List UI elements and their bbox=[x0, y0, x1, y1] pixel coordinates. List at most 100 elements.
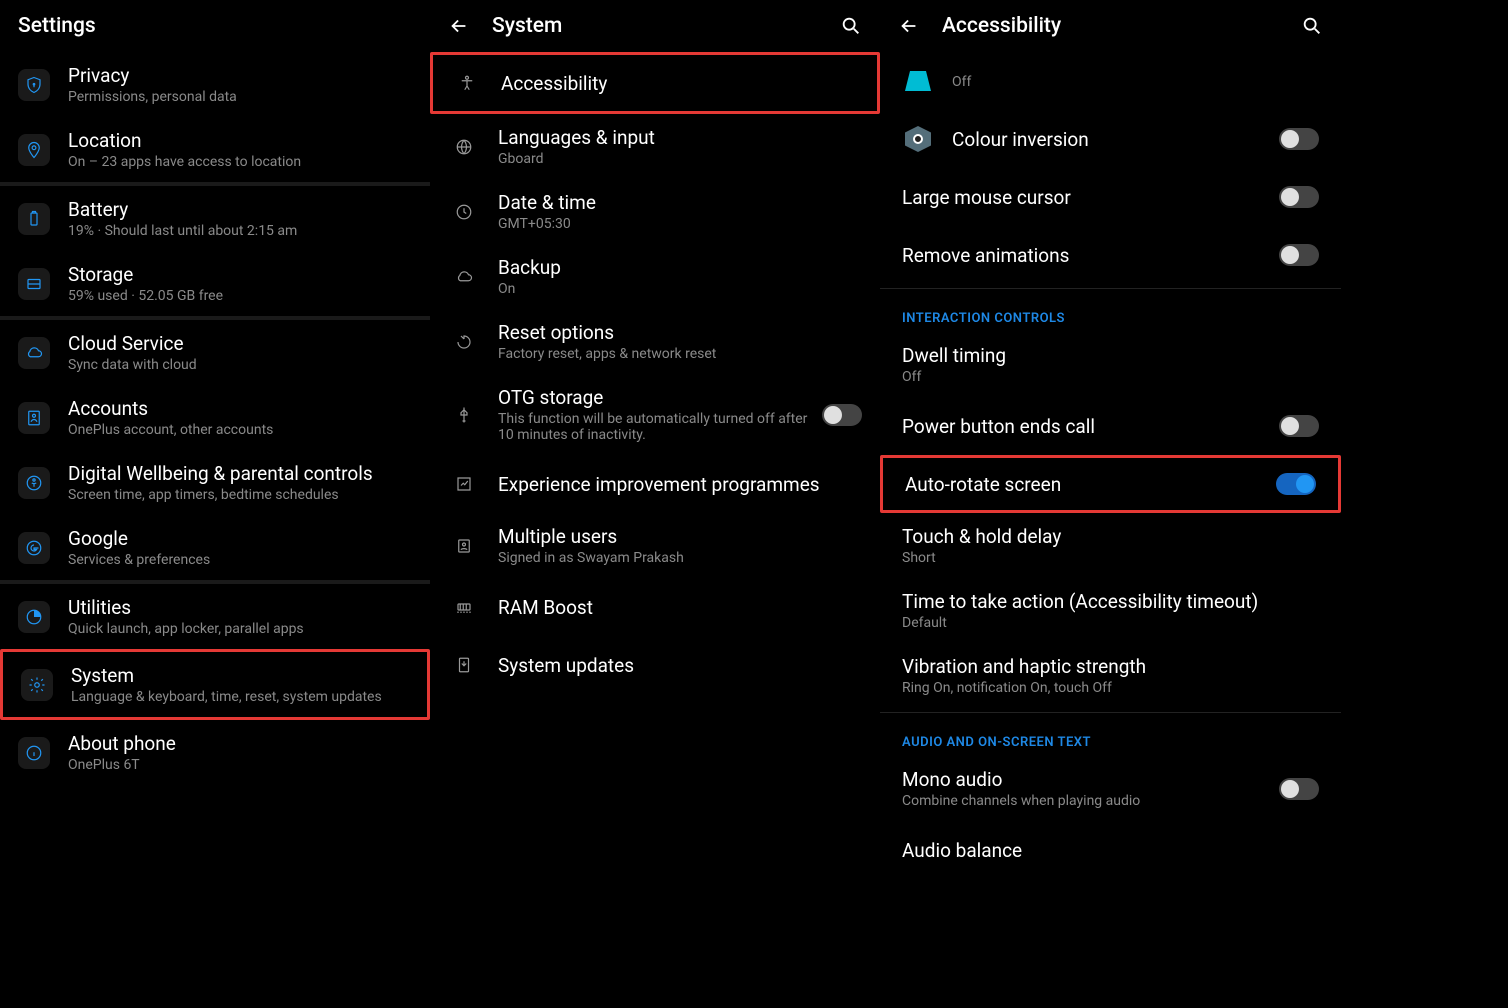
toggle-switch[interactable] bbox=[1279, 415, 1319, 437]
list-item[interactable]: Backup On bbox=[430, 244, 880, 309]
item-title: Colour inversion bbox=[952, 128, 1279, 151]
toggle-switch[interactable] bbox=[1279, 186, 1319, 208]
list-item[interactable]: Audio balance bbox=[880, 821, 1341, 879]
toggle-switch[interactable] bbox=[1279, 778, 1319, 800]
item-title: Backup bbox=[498, 256, 862, 279]
list-item[interactable]: Cloud Service Sync data with cloud bbox=[0, 320, 430, 385]
item-title: System updates bbox=[498, 654, 862, 677]
item-title: Reset options bbox=[498, 321, 862, 344]
list-item[interactable]: RAM Boost bbox=[430, 578, 880, 636]
battery-icon bbox=[18, 203, 50, 235]
item-title: Cloud Service bbox=[68, 332, 412, 355]
list-item[interactable]: Digital Wellbeing & parental controlsScr… bbox=[0, 450, 430, 515]
info-icon bbox=[18, 737, 50, 769]
item-subtitle: Factory reset, apps & network reset bbox=[498, 346, 862, 362]
cloud-icon bbox=[448, 261, 480, 293]
item-title: Vibration and haptic strength bbox=[902, 655, 1319, 678]
item-title: Auto-rotate screen bbox=[905, 473, 1276, 496]
list-item[interactable]: Vibration and haptic strengthRing On, no… bbox=[880, 643, 1341, 708]
list-item[interactable]: Off bbox=[880, 52, 1341, 110]
section-header: INTERACTION CONTROLS bbox=[880, 293, 1341, 332]
list-item[interactable]: Dwell timing Off bbox=[880, 332, 1341, 397]
item-title: Experience improvement programmes bbox=[498, 473, 862, 496]
item-title: About phone bbox=[68, 732, 412, 755]
item-subtitle: This function will be automatically turn… bbox=[498, 411, 822, 443]
item-title: Remove animations bbox=[902, 244, 1279, 267]
list-item[interactable]: Remove animations bbox=[880, 226, 1341, 284]
list-item[interactable]: Time to take action (Accessibility timeo… bbox=[880, 578, 1341, 643]
shield-icon bbox=[18, 69, 50, 101]
list-item[interactable]: GoogleServices & preferences bbox=[0, 515, 430, 580]
list-item[interactable]: Colour inversion bbox=[880, 110, 1341, 168]
list-item[interactable]: Experience improvement programmes bbox=[430, 455, 880, 513]
list-item[interactable]: Mono audioCombine channels when playing … bbox=[880, 756, 1341, 821]
item-title: Large mouse cursor bbox=[902, 186, 1279, 209]
item-title: Dwell timing bbox=[902, 344, 1319, 367]
item-title: Date & time bbox=[498, 191, 862, 214]
list-item[interactable]: OTG storageThis function will be automat… bbox=[430, 374, 880, 455]
item-title: System bbox=[71, 664, 409, 687]
divider bbox=[880, 288, 1341, 289]
download-icon bbox=[448, 649, 480, 681]
globe-icon bbox=[448, 131, 480, 163]
list-item[interactable]: Storage59% used · 52.05 GB free bbox=[0, 251, 430, 316]
item-subtitle: OnePlus account, other accounts bbox=[68, 422, 412, 438]
list-item[interactable]: Languages & inputGboard bbox=[430, 114, 880, 179]
list-item[interactable]: Date & time GMT+05:30 bbox=[430, 179, 880, 244]
item-subtitle: Quick launch, app locker, parallel apps bbox=[68, 621, 412, 637]
item-subtitle: Services & preferences bbox=[68, 552, 412, 568]
system-title: System bbox=[492, 14, 826, 38]
list-item[interactable]: SystemLanguage & keyboard, time, reset, … bbox=[0, 649, 430, 720]
item-subtitle: 19% · Should last until about 2:15 am bbox=[68, 223, 412, 239]
list-item[interactable]: Power button ends call bbox=[880, 397, 1341, 455]
item-title: Multiple users bbox=[498, 525, 862, 548]
item-title: OTG storage bbox=[498, 386, 822, 409]
list-item[interactable]: Accounts OnePlus account, other accounts bbox=[0, 385, 430, 450]
list-item[interactable]: About phone OnePlus 6T bbox=[0, 720, 430, 785]
list-item[interactable]: System updates bbox=[430, 636, 880, 694]
item-subtitle: On bbox=[498, 281, 862, 297]
item-subtitle: OnePlus 6T bbox=[68, 757, 412, 773]
cloud-icon bbox=[18, 337, 50, 369]
item-subtitle: Off bbox=[952, 74, 1319, 90]
toggle-switch[interactable] bbox=[822, 404, 862, 426]
list-item[interactable]: Multiple usersSigned in as Swayam Prakas… bbox=[430, 513, 880, 578]
accessibility-title: Accessibility bbox=[942, 14, 1287, 38]
search-icon[interactable] bbox=[826, 15, 862, 37]
system-list[interactable]: AccessibilityLanguages & inputGboardDate… bbox=[430, 52, 880, 1008]
item-title: Accounts bbox=[68, 397, 412, 420]
item-title: Mono audio bbox=[902, 768, 1279, 791]
back-icon[interactable] bbox=[448, 15, 484, 37]
item-subtitle: Off bbox=[902, 369, 1319, 385]
system-pane: System AccessibilityLanguages & inputGbo… bbox=[430, 0, 880, 1008]
item-subtitle: Screen time, app timers, bedtime schedul… bbox=[68, 487, 412, 503]
toggle-switch[interactable] bbox=[1279, 244, 1319, 266]
item-title: Utilities bbox=[68, 596, 412, 619]
accounts-icon bbox=[18, 402, 50, 434]
item-subtitle: Permissions, personal data bbox=[68, 89, 412, 105]
settings-pane: Settings PrivacyPermissions, personal da… bbox=[0, 0, 430, 1008]
list-item[interactable]: Battery19% · Should last until about 2:1… bbox=[0, 186, 430, 251]
toggle-switch[interactable] bbox=[1276, 473, 1316, 495]
system-icon bbox=[21, 669, 53, 701]
settings-list[interactable]: PrivacyPermissions, personal dataLocatio… bbox=[0, 52, 430, 1008]
usb-icon bbox=[448, 399, 480, 431]
accessibility-list[interactable]: Off Colour inversion Large mouse cursor Rem… bbox=[880, 52, 1341, 1008]
item-title: Power button ends call bbox=[902, 415, 1279, 438]
list-item[interactable]: Auto-rotate screen bbox=[880, 455, 1341, 513]
divider bbox=[880, 712, 1341, 713]
search-icon[interactable] bbox=[1287, 15, 1323, 37]
back-icon[interactable] bbox=[898, 15, 934, 37]
storage-icon bbox=[18, 268, 50, 300]
list-item[interactable]: Utilities Quick launch, app locker, paral… bbox=[0, 584, 430, 649]
list-item[interactable]: Accessibility bbox=[430, 52, 880, 114]
item-subtitle: Sync data with cloud bbox=[68, 357, 412, 373]
hexagon-icon bbox=[902, 123, 934, 155]
list-item[interactable]: PrivacyPermissions, personal data bbox=[0, 52, 430, 117]
toggle-switch[interactable] bbox=[1279, 128, 1319, 150]
list-item[interactable]: Large mouse cursor bbox=[880, 168, 1341, 226]
item-subtitle: GMT+05:30 bbox=[498, 216, 862, 232]
list-item[interactable]: Reset options Factory reset, apps & netwo… bbox=[430, 309, 880, 374]
list-item[interactable]: LocationOn – 23 apps have access to loca… bbox=[0, 117, 430, 182]
list-item[interactable]: Touch & hold delayShort bbox=[880, 513, 1341, 578]
